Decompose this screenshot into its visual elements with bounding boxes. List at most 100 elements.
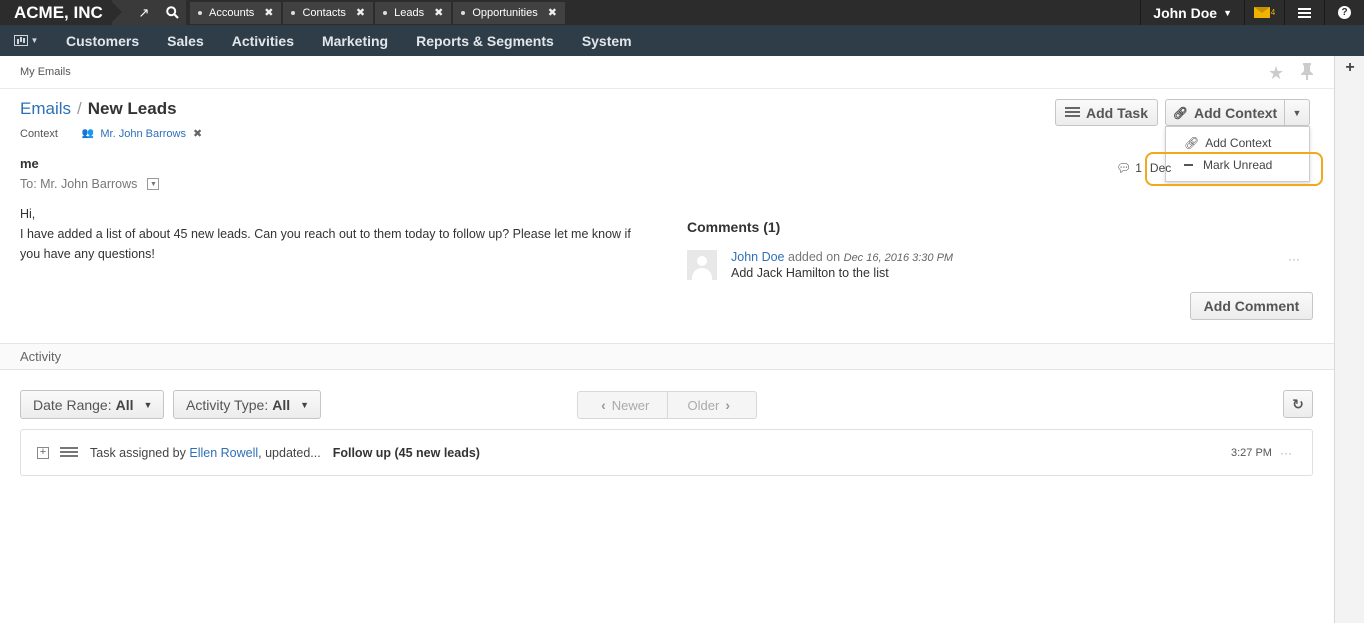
dashboard-menu[interactable]: ▼ xyxy=(0,35,52,46)
context-label: Context xyxy=(20,127,58,140)
activity-text: Task assigned by Ellen Rowell, updated..… xyxy=(90,446,480,460)
dropdown-label: Add Context xyxy=(1205,136,1272,150)
filter-label: Activity Type: xyxy=(186,396,269,413)
caret-down-icon: ▼ xyxy=(30,36,39,45)
activity-subject[interactable]: Follow up (45 new leads) xyxy=(333,446,480,460)
more-actions-toggle[interactable]: ▼ xyxy=(1284,99,1310,126)
pin-icon[interactable] xyxy=(1300,63,1314,85)
context-row: Context 👥 Mr. John Barrows ✖ xyxy=(20,127,202,141)
add-task-label: Add Task xyxy=(1086,104,1148,121)
dot-icon xyxy=(461,10,466,15)
hamburger-icon xyxy=(1298,6,1311,20)
activity-more-icon[interactable]: ··· xyxy=(1280,446,1292,460)
caret-down-icon: ▼ xyxy=(143,399,153,410)
star-icon[interactable]: ★ xyxy=(1268,63,1284,84)
newer-button[interactable]: ‹ Newer xyxy=(578,392,668,418)
title-current: New Leads xyxy=(87,99,177,118)
email-to: To: Mr. John Barrows ▼ xyxy=(20,177,160,191)
activity-suffix: , updated... xyxy=(258,446,321,460)
refresh-button[interactable]: ↻ xyxy=(1283,390,1313,418)
help-button[interactable]: ? xyxy=(1324,0,1364,25)
close-icon[interactable]: ✖ xyxy=(548,6,557,19)
filter-label: Date Range: xyxy=(33,396,112,413)
nav-reports-segments[interactable]: Reports & Segments xyxy=(402,33,568,49)
search-icon[interactable] xyxy=(158,0,186,25)
nav-system[interactable]: System xyxy=(568,33,646,49)
activity-pager: ‹ Newer Older › xyxy=(577,391,757,419)
add-comment-button[interactable]: Add Comment xyxy=(1190,292,1313,320)
caret-down-icon: ▼ xyxy=(1292,107,1302,118)
dropdown-add-context[interactable]: 🔗︎ Add Context xyxy=(1166,132,1309,154)
share-icon[interactable]: ↗ xyxy=(130,0,158,25)
remove-context-icon[interactable]: ✖ xyxy=(193,127,202,140)
dot-icon xyxy=(291,10,296,15)
activity-user-link[interactable]: Ellen Rowell xyxy=(189,446,258,460)
context-link[interactable]: Mr. John Barrows xyxy=(100,128,186,140)
close-icon[interactable]: ✖ xyxy=(356,6,365,19)
add-task-button[interactable]: Add Task xyxy=(1055,99,1158,126)
breadcrumb-bar: My Emails ★ xyxy=(0,56,1334,89)
tab-opportunities[interactable]: Opportunities ✖ xyxy=(453,1,565,24)
tab-label: Contacts xyxy=(302,6,346,19)
link-icon: 🔗︎ xyxy=(1172,105,1188,120)
title-separator: / xyxy=(77,99,82,118)
chevron-left-icon: ‹ xyxy=(601,397,606,413)
user-menu[interactable]: John Doe ▼ xyxy=(1140,0,1244,25)
comment-author[interactable]: John Doe xyxy=(731,250,785,264)
email-meta: 💬︎ 1 Dec xyxy=(1116,161,1171,175)
main-nav: ▼ Customers Sales Activities Marketing R… xyxy=(0,25,1364,56)
refresh-icon: ↻ xyxy=(1292,395,1304,412)
nav-customers[interactable]: Customers xyxy=(52,33,153,49)
chevron-right-icon: › xyxy=(725,397,730,413)
comment-text: Add Jack Hamilton to the list xyxy=(731,266,889,280)
activity-row[interactable]: + Task assigned by Ellen Rowell, updated… xyxy=(20,429,1313,476)
older-label: Older xyxy=(687,397,720,413)
link-icon: 🔗︎ xyxy=(1184,136,1200,150)
older-button[interactable]: Older › xyxy=(668,392,757,418)
comment-more-icon[interactable]: ··· xyxy=(1288,252,1300,266)
menu-button[interactable] xyxy=(1284,0,1324,25)
user-name: John Doe xyxy=(1153,4,1218,21)
top-bar: ACME, INC ↗ Accounts ✖ Contacts ✖ Leads ✖ O… xyxy=(0,0,1364,25)
email-body: Hi, I have added a list of about 45 new … xyxy=(20,204,640,264)
title-parent-link[interactable]: Emails xyxy=(20,99,71,118)
avatar xyxy=(687,250,717,280)
plus-icon[interactable]: + xyxy=(1335,56,1364,80)
date-range-filter[interactable]: Date Range: All ▼ xyxy=(20,390,164,419)
comments-title: Comments (1) xyxy=(687,219,781,235)
comment-count[interactable]: 1 xyxy=(1135,161,1142,175)
caret-down-icon: ▼ xyxy=(1223,7,1232,18)
task-icon xyxy=(60,447,78,459)
context-value[interactable]: 👥 Mr. John Barrows ✖ xyxy=(81,127,202,141)
nav-marketing[interactable]: Marketing xyxy=(308,33,402,49)
tab-label: Leads xyxy=(394,6,425,19)
top-icons: ↗ xyxy=(112,0,186,25)
activity-type-filter[interactable]: Activity Type: All ▼ xyxy=(173,390,321,419)
dot-icon xyxy=(198,10,202,15)
email-to-text: To: Mr. John Barrows xyxy=(20,177,138,191)
tab-leads[interactable]: Leads ✖ xyxy=(375,1,452,24)
email-from: me xyxy=(20,156,39,171)
email-date: Dec xyxy=(1149,161,1172,175)
bar-chart-icon xyxy=(13,35,28,46)
close-icon[interactable]: ✖ xyxy=(264,6,273,19)
expand-recipients-icon[interactable]: ▼ xyxy=(147,178,160,190)
right-sidebar: + xyxy=(1334,56,1364,623)
close-icon[interactable]: ✖ xyxy=(434,6,443,19)
breadcrumb[interactable]: My Emails xyxy=(20,66,71,78)
mail-button[interactable]: 4 xyxy=(1244,0,1284,25)
page-title: Emails / New Leads xyxy=(20,99,177,119)
activity-section-header: Activity xyxy=(0,343,1334,370)
comment-date: Dec 16, 2016 3:30 PM xyxy=(843,252,954,264)
nav-activities[interactable]: Activities xyxy=(218,33,308,49)
email-body-greeting: Hi, xyxy=(20,207,36,221)
mail-badge: 4 xyxy=(1270,8,1276,17)
app-logo[interactable]: ACME, INC xyxy=(0,0,112,25)
tab-contacts[interactable]: Contacts ✖ xyxy=(283,1,374,24)
users-icon: 👥 xyxy=(81,128,95,139)
expand-icon[interactable]: + xyxy=(37,447,49,459)
tab-accounts[interactable]: Accounts ✖ xyxy=(190,1,282,24)
pinned-tabs: Accounts ✖ Contacts ✖ Leads ✖ Opportunities… xyxy=(190,0,567,25)
nav-sales[interactable]: Sales xyxy=(153,33,218,49)
add-context-button[interactable]: 🔗︎ Add Context xyxy=(1165,99,1285,126)
